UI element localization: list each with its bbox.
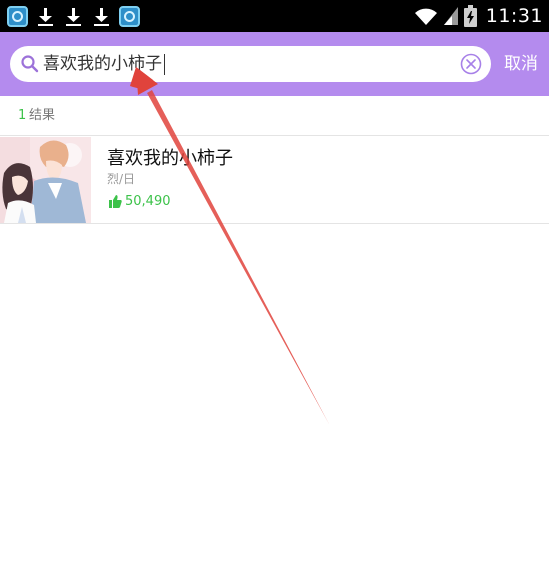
system-icons: 11:31 [414,3,543,29]
app-notification-icon [7,5,28,27]
result-count-number: 1 [18,108,27,123]
thumbs-up-icon [109,194,122,208]
comic-cover-thumbnail [0,137,91,223]
text-cursor [164,53,165,75]
status-bar: 11:31 [0,0,549,32]
comic-author: 烈/日 [107,172,136,186]
battery-icon [463,5,477,27]
search-box[interactable]: 喜欢我的小柿子 [10,46,491,82]
search-input[interactable]: 喜欢我的小柿子 [43,52,165,76]
clear-icon[interactable] [460,53,482,75]
status-bar-time: 11:31 [485,5,543,27]
download-icon [35,6,56,27]
screen: 11:31 喜欢我的小柿子 取消 1 结果 喜欢我的小柿子 烈/日 50,490 [0,0,549,587]
search-query-text: 喜欢我的小柿子 [43,54,162,74]
comic-title: 喜欢我的小柿子 [107,148,233,169]
divider [0,223,549,224]
download-icon [91,6,112,27]
search-header: 喜欢我的小柿子 取消 [0,32,549,96]
notification-icons [7,5,147,27]
comic-likes: 50,490 [109,192,171,210]
wifi-icon [414,6,438,26]
search-icon [20,54,40,74]
divider [0,135,549,136]
cancel-button[interactable]: 取消 [504,53,538,75]
result-count-label: 结果 [29,108,56,123]
result-item[interactable]: 喜欢我的小柿子 烈/日 50,490 [0,137,549,223]
cellular-signal-icon [443,7,458,25]
download-icon [63,6,84,27]
app-notification-icon [119,5,140,27]
result-count: 1 结果 [0,96,549,136]
comic-likes-count: 50,490 [125,193,171,209]
